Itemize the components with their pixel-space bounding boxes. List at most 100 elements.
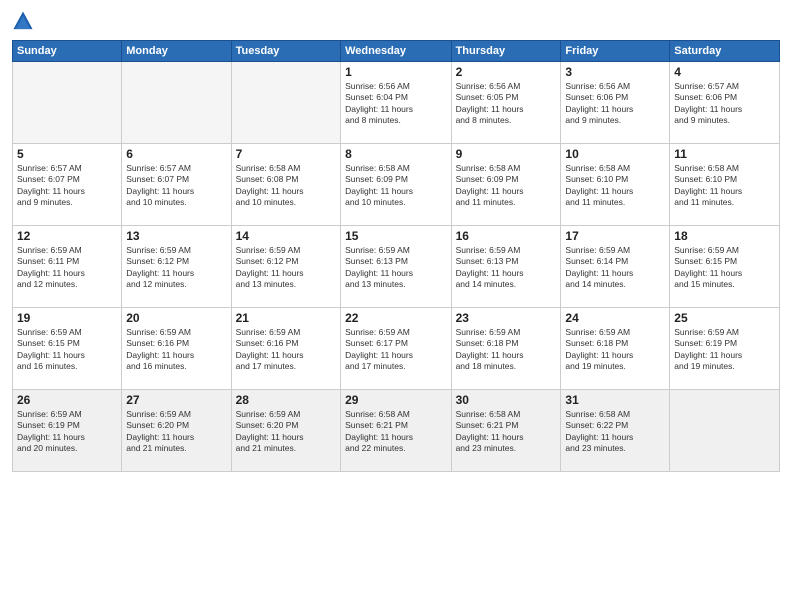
- day-info: Sunrise: 6:58 AM Sunset: 6:09 PM Dayligh…: [456, 163, 557, 209]
- calendar-cell: 18Sunrise: 6:59 AM Sunset: 6:15 PM Dayli…: [670, 226, 780, 308]
- calendar-cell: 1Sunrise: 6:56 AM Sunset: 6:04 PM Daylig…: [341, 62, 451, 144]
- day-number: 27: [126, 393, 226, 407]
- calendar-cell: 24 Sunrise: 6:59 AM Sunset: 6:18 PM Dayli…: [561, 308, 670, 390]
- calendar-cell: 4 Sunrise: 6:57 AM Sunset: 6:06 PM Daylig…: [670, 62, 780, 144]
- calendar-week-row-2: 5 Sunrise: 6:57 AM Sunset: 6:07 PM Daylig…: [13, 144, 780, 226]
- weekday-header-thursday: Thursday: [451, 41, 561, 62]
- day-number: 25: [674, 311, 775, 325]
- day-number: 13: [126, 229, 226, 243]
- calendar-cell: 8Sunrise: 6:58 AM Sunset: 6:09 PM Daylig…: [341, 144, 451, 226]
- header: [12, 10, 780, 32]
- calendar-week-row-1: 1Sunrise: 6:56 AM Sunset: 6:04 PM Daylig…: [13, 62, 780, 144]
- day-number: 2: [456, 65, 557, 79]
- day-info: Sunrise: 6:59 AM Sunset: 6:20 PM Dayligh…: [126, 409, 226, 455]
- day-info: Sunrise: 6:58 AM Sunset: 6:09 PM Dayligh…: [345, 163, 446, 209]
- day-number: 30: [456, 393, 557, 407]
- calendar-cell: 21 Sunrise: 6:59 AM Sunset: 6:16 PM Dayli…: [231, 308, 340, 390]
- day-number: 20: [126, 311, 226, 325]
- calendar-cell: 9 Sunrise: 6:58 AM Sunset: 6:09 PM Daylig…: [451, 144, 561, 226]
- calendar-cell: [122, 62, 231, 144]
- day-number: 14: [236, 229, 336, 243]
- weekday-header-sunday: Sunday: [13, 41, 122, 62]
- day-number: 29: [345, 393, 446, 407]
- calendar-cell: 16 Sunrise: 6:59 AM Sunset: 6:13 PM Dayli…: [451, 226, 561, 308]
- calendar-cell: 14Sunrise: 6:59 AM Sunset: 6:12 PM Dayli…: [231, 226, 340, 308]
- calendar-cell: 23 Sunrise: 6:59 AM Sunset: 6:18 PM Dayli…: [451, 308, 561, 390]
- day-info: Sunrise: 6:58 AM Sunset: 6:22 PM Dayligh…: [565, 409, 665, 455]
- page: SundayMondayTuesdayWednesdayThursdayFrid…: [0, 0, 792, 612]
- calendar-cell: 15 Sunrise: 6:59 AM Sunset: 6:13 PM Dayli…: [341, 226, 451, 308]
- calendar-cell: 13 Sunrise: 6:59 AM Sunset: 6:12 PM Dayli…: [122, 226, 231, 308]
- calendar-cell: 26 Sunrise: 6:59 AM Sunset: 6:19 PM Dayli…: [13, 390, 122, 472]
- calendar-cell: 29 Sunrise: 6:58 AM Sunset: 6:21 PM Dayli…: [341, 390, 451, 472]
- day-number: 23: [456, 311, 557, 325]
- calendar-cell: 2 Sunrise: 6:56 AM Sunset: 6:05 PM Daylig…: [451, 62, 561, 144]
- day-number: 21: [236, 311, 336, 325]
- day-number: 18: [674, 229, 775, 243]
- day-info: Sunrise: 6:56 AM Sunset: 6:05 PM Dayligh…: [456, 81, 557, 127]
- calendar-cell: 11 Sunrise: 6:58 AM Sunset: 6:10 PM Dayli…: [670, 144, 780, 226]
- calendar-cell: 25 Sunrise: 6:59 AM Sunset: 6:19 PM Dayli…: [670, 308, 780, 390]
- weekday-header-monday: Monday: [122, 41, 231, 62]
- calendar-cell: 27 Sunrise: 6:59 AM Sunset: 6:20 PM Dayli…: [122, 390, 231, 472]
- day-info: Sunrise: 6:59 AM Sunset: 6:16 PM Dayligh…: [126, 327, 226, 373]
- day-number: 10: [565, 147, 665, 161]
- day-number: 28: [236, 393, 336, 407]
- day-info: Sunrise: 6:57 AM Sunset: 6:07 PM Dayligh…: [126, 163, 226, 209]
- day-info: Sunrise: 6:59 AM Sunset: 6:16 PM Dayligh…: [236, 327, 336, 373]
- day-info: Sunrise: 6:58 AM Sunset: 6:21 PM Dayligh…: [456, 409, 557, 455]
- day-info: Sunrise: 6:57 AM Sunset: 6:06 PM Dayligh…: [674, 81, 775, 127]
- day-info: Sunrise: 6:56 AM Sunset: 6:06 PM Dayligh…: [565, 81, 665, 127]
- day-number: 9: [456, 147, 557, 161]
- calendar-cell: 17 Sunrise: 6:59 AM Sunset: 6:14 PM Dayli…: [561, 226, 670, 308]
- calendar-cell: [231, 62, 340, 144]
- day-info: Sunrise: 6:59 AM Sunset: 6:19 PM Dayligh…: [674, 327, 775, 373]
- day-info: Sunrise: 6:58 AM Sunset: 6:21 PM Dayligh…: [345, 409, 446, 455]
- day-number: 12: [17, 229, 117, 243]
- day-info: Sunrise: 6:59 AM Sunset: 6:18 PM Dayligh…: [565, 327, 665, 373]
- day-info: Sunrise: 6:57 AM Sunset: 6:07 PM Dayligh…: [17, 163, 117, 209]
- day-info: Sunrise: 6:58 AM Sunset: 6:10 PM Dayligh…: [565, 163, 665, 209]
- day-number: 16: [456, 229, 557, 243]
- day-info: Sunrise: 6:59 AM Sunset: 6:18 PM Dayligh…: [456, 327, 557, 373]
- weekday-header-tuesday: Tuesday: [231, 41, 340, 62]
- day-info: Sunrise: 6:58 AM Sunset: 6:10 PM Dayligh…: [674, 163, 775, 209]
- day-number: 4: [674, 65, 775, 79]
- calendar-cell: 31 Sunrise: 6:58 AM Sunset: 6:22 PM Dayli…: [561, 390, 670, 472]
- calendar-cell: 28Sunrise: 6:59 AM Sunset: 6:20 PM Dayli…: [231, 390, 340, 472]
- day-number: 31: [565, 393, 665, 407]
- calendar-week-row-3: 12 Sunrise: 6:59 AM Sunset: 6:11 PM Dayli…: [13, 226, 780, 308]
- day-info: Sunrise: 6:59 AM Sunset: 6:17 PM Dayligh…: [345, 327, 446, 373]
- calendar-week-row-5: 26 Sunrise: 6:59 AM Sunset: 6:19 PM Dayli…: [13, 390, 780, 472]
- day-number: 5: [17, 147, 117, 161]
- calendar-cell: 12 Sunrise: 6:59 AM Sunset: 6:11 PM Dayli…: [13, 226, 122, 308]
- day-info: Sunrise: 6:59 AM Sunset: 6:19 PM Dayligh…: [17, 409, 117, 455]
- calendar-cell: [670, 390, 780, 472]
- weekday-header-wednesday: Wednesday: [341, 41, 451, 62]
- calendar-cell: 7 Sunrise: 6:58 AM Sunset: 6:08 PM Daylig…: [231, 144, 340, 226]
- day-number: 19: [17, 311, 117, 325]
- day-info: Sunrise: 6:59 AM Sunset: 6:15 PM Dayligh…: [17, 327, 117, 373]
- day-number: 26: [17, 393, 117, 407]
- day-info: Sunrise: 6:59 AM Sunset: 6:12 PM Dayligh…: [126, 245, 226, 291]
- calendar-cell: 22Sunrise: 6:59 AM Sunset: 6:17 PM Dayli…: [341, 308, 451, 390]
- day-info: Sunrise: 6:58 AM Sunset: 6:08 PM Dayligh…: [236, 163, 336, 209]
- day-number: 15: [345, 229, 446, 243]
- calendar-cell: [13, 62, 122, 144]
- calendar-cell: 20 Sunrise: 6:59 AM Sunset: 6:16 PM Dayli…: [122, 308, 231, 390]
- day-number: 6: [126, 147, 226, 161]
- calendar-cell: 19 Sunrise: 6:59 AM Sunset: 6:15 PM Dayli…: [13, 308, 122, 390]
- day-info: Sunrise: 6:59 AM Sunset: 6:14 PM Dayligh…: [565, 245, 665, 291]
- weekday-header-friday: Friday: [561, 41, 670, 62]
- day-number: 7: [236, 147, 336, 161]
- day-number: 24: [565, 311, 665, 325]
- day-info: Sunrise: 6:59 AM Sunset: 6:13 PM Dayligh…: [456, 245, 557, 291]
- day-number: 11: [674, 147, 775, 161]
- calendar-cell: 3Sunrise: 6:56 AM Sunset: 6:06 PM Daylig…: [561, 62, 670, 144]
- day-number: 17: [565, 229, 665, 243]
- day-info: Sunrise: 6:59 AM Sunset: 6:13 PM Dayligh…: [345, 245, 446, 291]
- day-info: Sunrise: 6:59 AM Sunset: 6:11 PM Dayligh…: [17, 245, 117, 291]
- weekday-header-row: SundayMondayTuesdayWednesdayThursdayFrid…: [13, 41, 780, 62]
- calendar-week-row-4: 19 Sunrise: 6:59 AM Sunset: 6:15 PM Dayli…: [13, 308, 780, 390]
- logo: [12, 10, 38, 32]
